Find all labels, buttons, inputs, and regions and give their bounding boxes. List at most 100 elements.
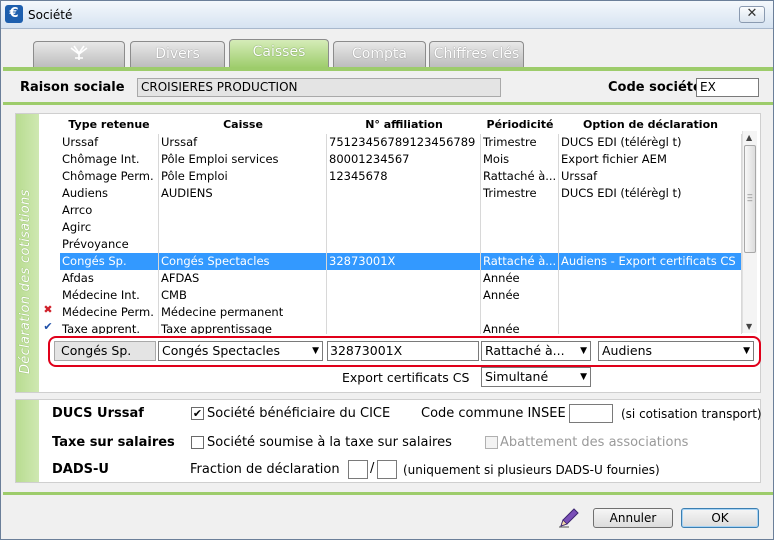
table-scrollbar[interactable]: ▲ ‒ ‒ ‒ ▼ <box>742 131 757 333</box>
cancel-button[interactable]: Annuler <box>593 508 673 528</box>
table-row[interactable]: Congés Sp. Congés Spectacles 32873001X Ratt… <box>60 253 744 270</box>
table-row[interactable]: Médecine Perm. Médecine permanent <box>60 304 744 321</box>
table-cell: Taxe apprent. <box>60 321 159 334</box>
societe-window: € Société ✕ Divers Caisses Compta Chiffr… <box>0 0 774 540</box>
raison-sociale-label: Raison sociale <box>20 80 125 95</box>
table-cell <box>327 321 481 334</box>
table-row[interactable]: Taxe apprent. Taxe apprentissage Année <box>60 321 744 334</box>
table-cell <box>159 202 327 219</box>
table-row[interactable]: Prévoyance <box>60 236 744 253</box>
table-cell <box>327 236 481 253</box>
table-cell <box>159 236 327 253</box>
chevron-down-icon: ▼ <box>580 346 587 356</box>
insee-input[interactable] <box>569 404 613 423</box>
header-divider <box>3 102 773 105</box>
export-select-value: Simultané <box>485 369 549 384</box>
table-cell <box>327 270 481 287</box>
close-button[interactable]: ✕ <box>739 6 765 23</box>
table-cell: Urssaf <box>159 134 327 151</box>
table-cell: Médecine Perm. <box>60 304 159 321</box>
column-header[interactable]: Type retenue <box>60 118 158 131</box>
cross-icon: ✖ <box>43 303 53 316</box>
table-row[interactable]: Arrco <box>60 202 744 219</box>
pen-icon[interactable] <box>557 506 581 528</box>
table-cell <box>481 236 559 253</box>
option-select[interactable]: Audiens ▼ <box>598 341 754 361</box>
table-row[interactable]: Afdas AFDAS Année <box>60 270 744 287</box>
table-header: Type retenue Caisse N° affiliation Pério… <box>60 117 744 133</box>
table-cell <box>559 321 742 334</box>
table-body: Urssaf Urssaf 75123456789123456789 Trimestr… <box>60 134 744 334</box>
tab-underline <box>3 67 773 71</box>
table-cell <box>327 304 481 321</box>
table-cell: Arrco <box>60 202 159 219</box>
window-title: Société <box>28 8 73 22</box>
wings-logo-icon <box>70 45 88 60</box>
table-cell: Année <box>481 321 559 334</box>
column-header[interactable]: Caisse <box>159 118 327 131</box>
affiliation-input[interactable]: 32873001X <box>327 341 479 361</box>
insee-hint: (si cotisation transport) <box>621 407 762 421</box>
table-cell <box>559 219 742 236</box>
table-row[interactable]: Médecine Int. CMB Année <box>60 287 744 304</box>
table-cell: Mois <box>481 151 559 168</box>
table-cell <box>559 236 742 253</box>
table-row[interactable]: Chômage Perm. Pôle Emploi 12345678 Rattaché… <box>60 168 744 185</box>
tab-divers[interactable]: Divers <box>130 41 225 67</box>
fraction-denominator-input[interactable] <box>377 460 397 479</box>
cotisations-section-label: Déclaration des cotisations <box>18 189 33 374</box>
table-cell: Année <box>481 270 559 287</box>
export-select[interactable]: Simultané ▼ <box>481 367 591 387</box>
table-cell <box>481 219 559 236</box>
cice-checkbox[interactable]: ✔ <box>191 407 204 420</box>
abattement-checkbox[interactable] <box>485 436 498 449</box>
fraction-numerator-input[interactable] <box>348 460 368 479</box>
table-cell: DUCS EDI (télérègl t) <box>559 185 742 202</box>
table-cell: Taxe apprentissage <box>159 321 327 334</box>
insee-label: Code commune INSEE <box>421 406 566 421</box>
scroll-down-icon[interactable]: ▼ <box>746 322 752 331</box>
tab-caisses[interactable]: Caisses <box>229 39 329 68</box>
table-cell: Chômage Perm. <box>60 168 159 185</box>
table-cell: Agirc <box>60 219 159 236</box>
chevron-down-icon: ▼ <box>743 346 750 356</box>
scroll-thumb[interactable]: ‒ ‒ ‒ <box>744 145 756 253</box>
column-header[interactable]: Périodicité <box>481 118 559 131</box>
scroll-up-icon[interactable]: ▲ <box>746 133 752 142</box>
tab-compta[interactable]: Compta <box>333 41 426 67</box>
caisse-select[interactable]: Congés Spectacles ▼ <box>158 341 323 361</box>
taxe-checkbox[interactable] <box>191 436 204 449</box>
edit-type-field: Congés Sp. <box>54 341 156 361</box>
table-cell <box>559 202 742 219</box>
cice-label: Société bénéficiaire du CICE <box>207 406 391 421</box>
abattement-label: Abattement des associations <box>500 435 689 450</box>
footer-divider <box>3 492 773 495</box>
tab-chiffres-cles[interactable]: Chiffres clés <box>429 41 524 67</box>
table-row[interactable]: Urssaf Urssaf 75123456789123456789 Trimestr… <box>60 134 744 151</box>
table-cell: 12345678 <box>327 168 481 185</box>
table-row[interactable]: Agirc <box>60 219 744 236</box>
code-societe-label: Code société <box>608 80 702 95</box>
option-select-value: Audiens <box>602 343 653 358</box>
table-cell: AUDIENS <box>159 185 327 202</box>
table-cell <box>327 202 481 219</box>
table-row[interactable]: Audiens AUDIENS Trimestre DUCS EDI (télérèg… <box>60 185 744 202</box>
table-row[interactable]: Chômage Int. Pôle Emploi services 80001234… <box>60 151 744 168</box>
column-header[interactable]: N° affiliation <box>327 118 481 131</box>
periodicite-select-value: Rattaché à... <box>485 343 565 358</box>
title-bar[interactable]: € Société ✕ <box>1 1 773 29</box>
column-header[interactable]: Option de déclaration <box>559 118 742 131</box>
table-cell: 75123456789123456789 <box>327 134 481 151</box>
code-societe-field[interactable]: EX <box>696 78 759 97</box>
tab-logo[interactable] <box>33 41 125 67</box>
periodicite-select[interactable]: Rattaché à... ▼ <box>481 341 591 361</box>
table-cell: Année <box>481 287 559 304</box>
ok-button[interactable]: OK <box>681 508 759 528</box>
checkmark-icon: ✔ <box>192 407 203 420</box>
table-cell: Prévoyance <box>60 236 159 253</box>
export-certificats-label: Export certificats CS <box>342 370 470 385</box>
table-cell: Export fichier AEM <box>559 151 742 168</box>
ducs-label: DUCS Urssaf <box>52 406 144 421</box>
taxe-label: Taxe sur salaires <box>52 435 175 450</box>
table-cell: Pôle Emploi services <box>159 151 327 168</box>
